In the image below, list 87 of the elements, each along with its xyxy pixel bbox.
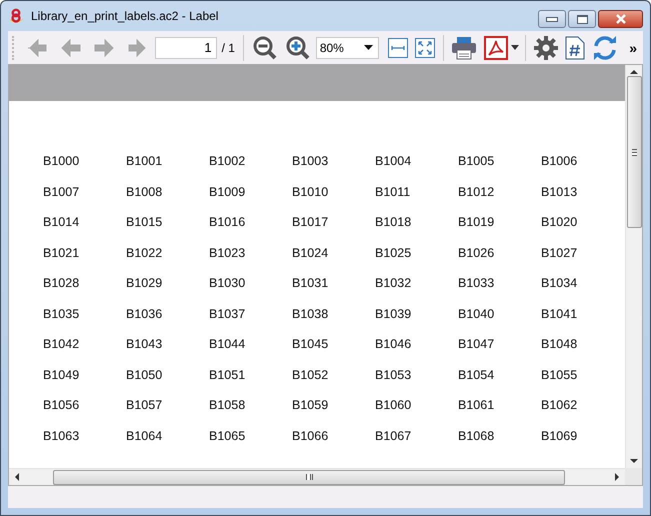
label-code: B1011	[375, 184, 412, 200]
label-code: B1032	[375, 275, 412, 292]
label-code: B1044	[209, 336, 246, 353]
label-code: B1027	[541, 244, 578, 262]
label-code: B1006	[541, 153, 578, 170]
label-code: B1007	[43, 184, 80, 200]
label-code: B1024	[292, 244, 330, 262]
more-tools-button[interactable]: »	[627, 34, 639, 62]
settings-button[interactable]	[532, 34, 560, 62]
label-code: B1029	[126, 275, 164, 292]
label-code: B1066	[292, 428, 330, 444]
label-code: B1026	[458, 244, 496, 262]
label-code: B1061	[458, 397, 496, 414]
label-code: B1012	[458, 184, 496, 200]
label-code: B1064	[126, 428, 164, 444]
label-code: B1039	[375, 306, 412, 322]
label-code: B1031	[292, 275, 330, 292]
label-code: B1045	[292, 336, 330, 353]
label-code: B1052	[292, 366, 330, 384]
label-code: B1056	[43, 397, 80, 414]
label-code: B1050	[126, 366, 164, 384]
label-code: B1046	[375, 336, 412, 353]
label-code: B1022	[126, 244, 164, 262]
label-code: B1002	[209, 153, 246, 170]
caret-icon	[511, 45, 520, 50]
label-code: B1054	[458, 366, 496, 384]
label-code: B1001	[126, 153, 164, 170]
label-code: B1013	[541, 184, 578, 200]
label-code: B1014	[43, 214, 80, 231]
label-code: B1017	[292, 214, 330, 231]
label-code: B1023	[209, 244, 246, 262]
horizontal-scrollbar[interactable]	[9, 468, 625, 485]
page-number-field[interactable]: 1	[154, 36, 217, 58]
label-code: B1063	[43, 428, 80, 444]
label-code: B1034	[541, 275, 578, 292]
label-code: B1049	[43, 366, 80, 384]
close-icon	[614, 14, 626, 24]
label-code: B1018	[375, 214, 412, 231]
label-code: B1060	[375, 397, 412, 414]
label-code: B1067	[375, 428, 412, 444]
label-code: B1004	[375, 153, 412, 170]
label-code: B1005	[458, 153, 496, 170]
label-code: B1068	[458, 428, 496, 444]
label-code: B1058	[209, 397, 246, 414]
label-code: B1041	[541, 306, 578, 322]
label-code: B1040	[458, 306, 496, 322]
scrollbar-corner	[625, 468, 642, 485]
label-code: B1015	[126, 214, 164, 231]
label-code: B1065	[209, 428, 246, 444]
label-code: B1057	[126, 397, 164, 414]
label-code: B1053	[375, 366, 412, 384]
label-code: B1021	[43, 244, 80, 262]
label-code: B1035	[43, 306, 80, 322]
label-code: B1028	[43, 275, 80, 292]
page-total: / 1	[222, 40, 235, 54]
label-code: B1009	[209, 184, 246, 200]
label-code: B1019	[458, 214, 496, 231]
label-code: B1000	[43, 153, 80, 170]
pdf-export-button[interactable]	[482, 34, 520, 62]
label-code: B1003	[292, 153, 330, 170]
label-code: B1051	[209, 366, 246, 384]
label-code: B1008	[126, 184, 164, 200]
label-code: B1030	[209, 275, 246, 292]
label-code: B1043	[126, 336, 164, 353]
label-code: B1042	[43, 336, 80, 353]
label-code: B1038	[292, 306, 330, 322]
window-title: Library_en_print_labels.ac2 - Label	[31, 9, 218, 23]
close-button[interactable]	[598, 10, 643, 28]
label-code: B1037	[209, 306, 246, 322]
label-code: B1033	[458, 275, 496, 292]
label-code: B1059	[292, 397, 330, 414]
label-code: B1010	[292, 184, 330, 200]
zoom-dropdown[interactable]: 80%	[316, 36, 379, 58]
label-code: B1069	[541, 428, 578, 444]
vertical-scrollbar[interactable]	[625, 65, 642, 468]
label-code: B1036	[126, 306, 164, 322]
maximize-button[interactable]	[568, 10, 596, 28]
label-code: B1016	[209, 214, 246, 231]
label-code: B1048	[541, 336, 578, 353]
label-code: B1062	[541, 397, 578, 414]
label-code: B1020	[541, 214, 578, 231]
numbering-document-button[interactable]	[563, 34, 588, 62]
label-code: B1025	[375, 244, 412, 262]
label-code: B1047	[458, 336, 496, 353]
caret-icon	[364, 45, 373, 50]
label-code: B1055	[541, 366, 578, 384]
minimize-button[interactable]	[538, 10, 566, 28]
